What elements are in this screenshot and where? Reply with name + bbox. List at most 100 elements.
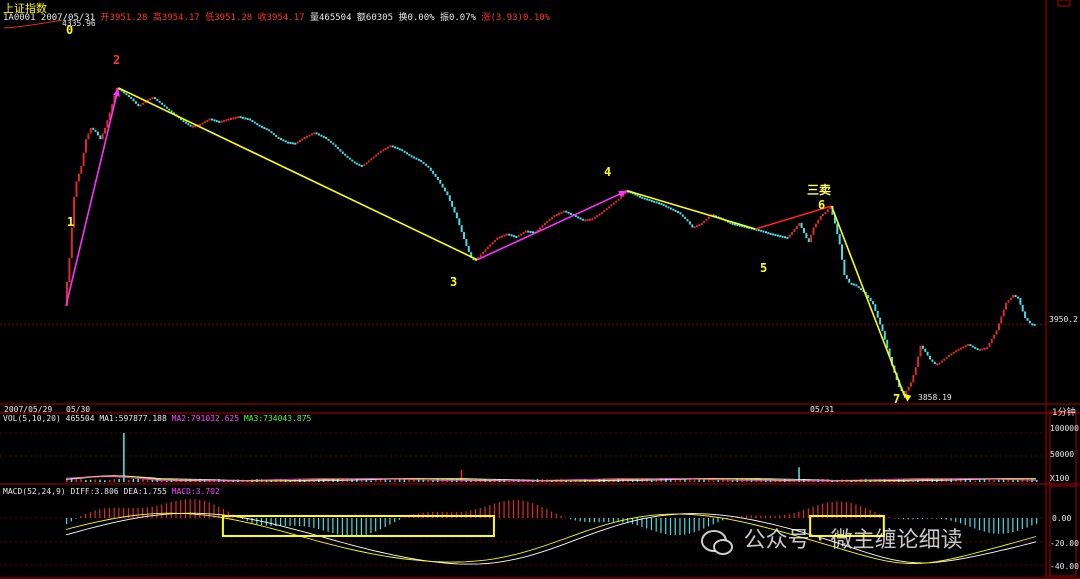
price-tick — [463, 232, 465, 239]
date-axis-left: 2007/05/29 — [4, 405, 53, 414]
price-tick — [372, 156, 375, 159]
price-tick — [605, 208, 608, 211]
price-tick — [955, 350, 958, 353]
price-tick — [75, 181, 78, 197]
vol-header: VOL(5,10,20) 465504 MA1:597877.188 MA2:7… — [3, 414, 311, 423]
price-tick — [876, 311, 879, 318]
price-tick — [313, 132, 316, 135]
volume-bar — [693, 479, 696, 482]
pivot-label-3: 3 — [450, 275, 457, 289]
price-tick — [872, 301, 874, 305]
price-tick — [467, 245, 470, 252]
price-tick — [465, 239, 468, 246]
price-tick — [841, 244, 843, 260]
price-tick — [356, 162, 358, 165]
macd-bar — [779, 515, 781, 518]
price-tick — [931, 359, 934, 362]
macd-bar — [75, 518, 77, 519]
price-tick — [543, 222, 546, 226]
price-tick — [99, 135, 102, 140]
price-tick — [489, 244, 492, 247]
macd-bar — [655, 518, 657, 532]
price-tick — [482, 251, 485, 255]
macd-bar — [902, 518, 905, 520]
price-tick — [187, 123, 190, 126]
vol-tick-unit: X100 — [1050, 474, 1070, 483]
price-tick — [310, 133, 313, 136]
price-tick — [441, 183, 444, 188]
macd-bar — [536, 504, 538, 518]
period-label[interactable]: 1分钟 — [1052, 405, 1076, 418]
price-tick — [1031, 323, 1034, 326]
price-tick — [929, 355, 931, 360]
price-tick — [227, 118, 230, 121]
price-tick — [213, 119, 216, 122]
arrow-head-7 — [904, 393, 912, 402]
price-tick — [669, 207, 672, 210]
macd-bar — [684, 518, 686, 535]
price-tick — [360, 165, 363, 167]
macd-bar — [997, 518, 1000, 534]
price-tick — [807, 238, 810, 243]
volume-bar — [89, 479, 92, 482]
price-tick — [817, 219, 820, 224]
price-tick — [1012, 295, 1015, 298]
price-tick — [303, 137, 306, 139]
price-tick — [327, 138, 330, 141]
macd-bar — [251, 518, 253, 523]
macd-bar — [89, 511, 91, 518]
price-tick — [1005, 302, 1008, 310]
price-tick — [251, 120, 254, 123]
price-tick — [814, 223, 817, 228]
macd-bar — [1002, 518, 1004, 534]
price-tick — [667, 206, 670, 209]
price-tick — [1033, 323, 1036, 326]
macd-bar — [313, 518, 315, 529]
price-tick — [655, 201, 658, 204]
volume-bar — [974, 480, 976, 482]
volume-bar — [669, 479, 672, 482]
price-tick — [403, 150, 406, 153]
volume-bar — [997, 479, 1000, 482]
third-sell-label: 三卖 — [807, 182, 831, 197]
price-tick — [232, 117, 235, 120]
volume-bar — [460, 469, 463, 482]
price-tick — [377, 152, 380, 155]
price-tick — [270, 131, 273, 134]
volume-bar — [123, 433, 125, 482]
price-tick — [370, 158, 373, 161]
volume-bar — [394, 479, 396, 482]
macd-bar — [151, 506, 153, 518]
price-tick — [971, 345, 974, 348]
macd-bar — [674, 518, 676, 536]
segment-6-7 — [830, 205, 906, 399]
price-tick — [320, 134, 323, 137]
macd-bar — [921, 518, 924, 519]
price-tick — [306, 135, 309, 138]
price-tick — [125, 93, 128, 96]
volume-bar — [408, 479, 410, 482]
price-tick — [784, 236, 786, 239]
price-tick — [921, 345, 924, 349]
price-tick — [1024, 311, 1027, 319]
volume-bar — [384, 479, 387, 482]
macd-bar — [978, 518, 981, 531]
price-tick — [579, 217, 582, 220]
price-tick — [776, 234, 779, 237]
macd-tick-0: 0.00 — [1052, 514, 1072, 523]
price-tick — [812, 227, 815, 235]
price-tick — [959, 347, 962, 350]
price-tick — [346, 155, 349, 158]
price-tick — [222, 120, 225, 123]
volume-bar — [142, 479, 144, 482]
macd-bar — [750, 515, 752, 518]
price-tick — [265, 128, 268, 131]
price-tick — [318, 133, 320, 136]
macd-bar — [298, 518, 301, 527]
prev-session-line — [3, 19, 63, 29]
price-tick — [760, 229, 763, 232]
macd-bar — [527, 501, 529, 518]
price-tick — [422, 161, 425, 164]
price-tick — [879, 317, 882, 325]
macd-bar — [118, 507, 120, 518]
